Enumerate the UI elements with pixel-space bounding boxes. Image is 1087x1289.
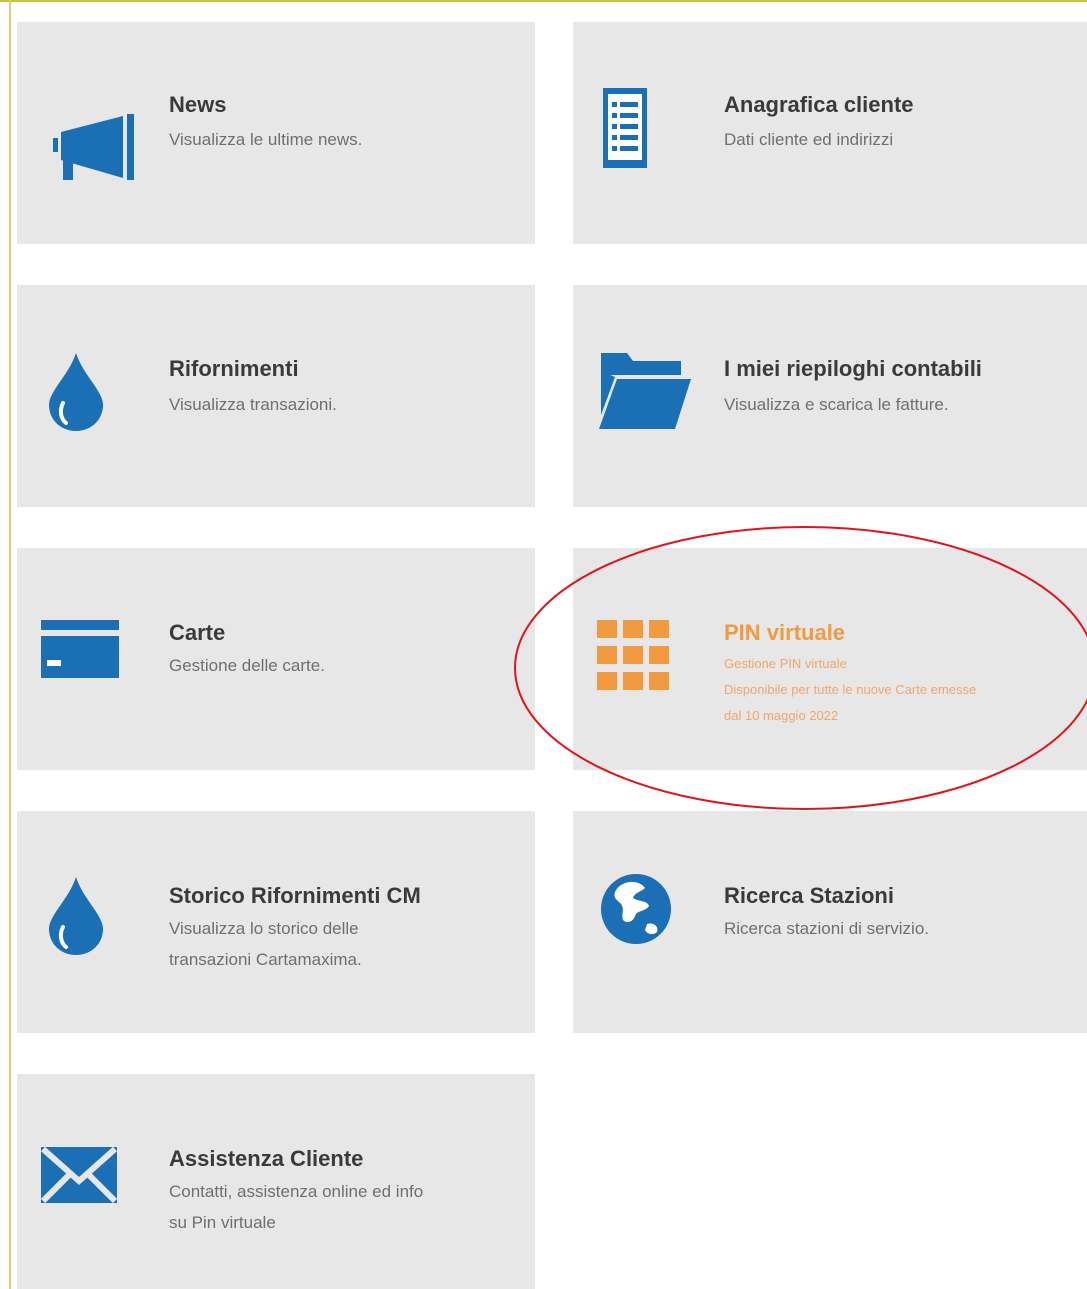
tile-pin-virtuale[interactable]: PIN virtuale Gestione PIN virtuale Dispo… (573, 548, 1087, 770)
folder-open-icon (597, 353, 691, 434)
globe-icon (601, 874, 671, 949)
drop-icon (49, 353, 103, 436)
tile-title: Carte (169, 620, 226, 645)
megaphone-icon (53, 114, 137, 185)
tile-ricerca-stazioni[interactable]: Ricerca Stazioni Ricerca stazioni di ser… (573, 811, 1087, 1033)
frame-top-border (0, 0, 1087, 2)
credit-card-icon (41, 620, 119, 683)
tile-riepiloghi-contabili[interactable]: I miei riepiloghi contabili Visualizza e… (573, 285, 1087, 507)
frame-left-border (9, 0, 11, 1289)
tile-storico-rifornimenti[interactable]: Storico Rifornimenti CM Visualizza lo st… (17, 811, 535, 1033)
tile-rifornimenti[interactable]: Rifornimenti Visualizza transazioni. (17, 285, 535, 507)
tile-description: Gestione PIN virtuale Disponibile per tu… (724, 656, 977, 723)
tile-description: Contatti, assistenza online ed info su P… (169, 1182, 424, 1232)
tile-description: Visualizza e scarica le fatture. (724, 395, 949, 414)
tile-description: Dati cliente ed indirizzi (724, 130, 894, 149)
tile-description: Visualizza transazioni. (169, 395, 337, 414)
tile-title: Anagrafica cliente (724, 92, 914, 117)
tile-description: Ricerca stazioni di servizio. (724, 919, 930, 938)
tile-title: Assistenza Cliente (169, 1146, 364, 1171)
tile-description: Gestione delle carte. (169, 656, 325, 675)
tile-title: Ricerca Stazioni (724, 883, 894, 908)
tile-title: PIN virtuale (724, 620, 846, 645)
keypad-grid-icon (597, 620, 669, 697)
list-document-icon (603, 88, 647, 173)
tile-title: Rifornimenti (169, 356, 299, 381)
tile-description: Visualizza lo storico delle transazioni … (169, 919, 362, 969)
tile-assistenza-cliente[interactable]: Assistenza Cliente Contatti, assistenza … (17, 1074, 535, 1289)
tile-title: News (169, 92, 227, 117)
tile-anagrafica-cliente[interactable]: Anagrafica cliente Dati cliente ed indir… (573, 22, 1087, 244)
tile-news[interactable]: News Visualizza le ultime news. (17, 22, 535, 244)
tile-title: I miei riepiloghi contabili (724, 356, 982, 381)
tile-carte[interactable]: Carte Gestione delle carte. (17, 548, 535, 770)
drop-icon (49, 877, 103, 960)
tile-description: Visualizza le ultime news. (169, 130, 363, 149)
envelope-icon (40, 1146, 118, 1208)
tile-title: Storico Rifornimenti CM (169, 883, 421, 908)
